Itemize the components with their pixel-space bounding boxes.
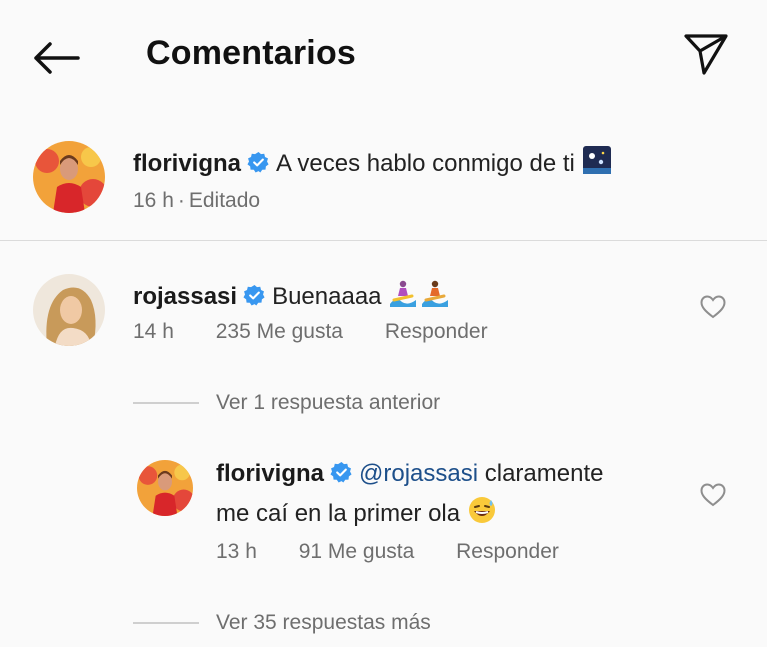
reply-meta: 13 h 91 Me gusta Responder [216, 540, 559, 564]
avatar-rojassasi[interactable] [33, 274, 105, 346]
comment-time: 14 h [133, 320, 174, 343]
view-more-replies-link[interactable]: Ver 35 respuestas más [216, 611, 431, 635]
caption-meta: 16 h · Editado [133, 189, 261, 212]
reply-text-line1: claramente [484, 460, 604, 487]
reply-text-line2: me caí en la primer ola [216, 500, 461, 527]
reply-button[interactable]: Responder [385, 320, 488, 343]
verified-badge-icon [330, 461, 352, 483]
divider [0, 240, 767, 241]
comment-meta: 14 h 235 Me gusta Responder [133, 320, 488, 344]
comment-line: rojassasi Buenaaaa [133, 278, 450, 311]
comment-likes[interactable]: 235 Me gusta [216, 320, 343, 343]
verified-badge-icon [243, 284, 265, 306]
reply-likes[interactable]: 91 Me gusta [299, 540, 415, 563]
caption-line: florivigna A veces hablo conmigo de ti [133, 145, 612, 178]
page-title: Comentarios [146, 34, 357, 72]
heart-outline-icon[interactable] [699, 482, 727, 508]
mention-link[interactable]: @rojassasi [359, 460, 478, 487]
night-sky-emoji-icon [582, 146, 611, 174]
grinning-sweat-emoji-icon [468, 497, 495, 523]
caption-edited: Editado [188, 189, 261, 212]
thread-line [133, 402, 199, 404]
comment-text: Buenaaaa [272, 283, 382, 310]
avatar-florivigna[interactable] [33, 141, 105, 213]
header: Comentarios [0, 0, 767, 110]
arrow-left-icon[interactable] [30, 38, 82, 78]
avatar-florivigna[interactable] [137, 460, 193, 516]
reply-line-2: me caí en la primer ola [216, 495, 497, 528]
surfer-emoji-icon [390, 280, 417, 307]
paper-plane-icon[interactable] [682, 31, 730, 77]
heart-outline-icon[interactable] [699, 294, 727, 320]
reply-line-1: florivigna @rojassasi claramente [216, 460, 603, 488]
caption-username[interactable]: florivigna [133, 150, 241, 177]
caption-time: 16 h [133, 189, 174, 212]
reply-username[interactable]: florivigna [216, 460, 324, 487]
comment-username[interactable]: rojassasi [133, 283, 237, 310]
view-previous-replies-link[interactable]: Ver 1 respuesta anterior [216, 391, 440, 415]
reply-button[interactable]: Responder [456, 540, 559, 563]
verified-badge-icon [247, 151, 269, 173]
reply-time: 13 h [216, 540, 257, 563]
caption-text: A veces hablo conmigo de ti [276, 150, 575, 177]
thread-line [133, 622, 199, 624]
surfer-emoji-icon [422, 280, 449, 307]
